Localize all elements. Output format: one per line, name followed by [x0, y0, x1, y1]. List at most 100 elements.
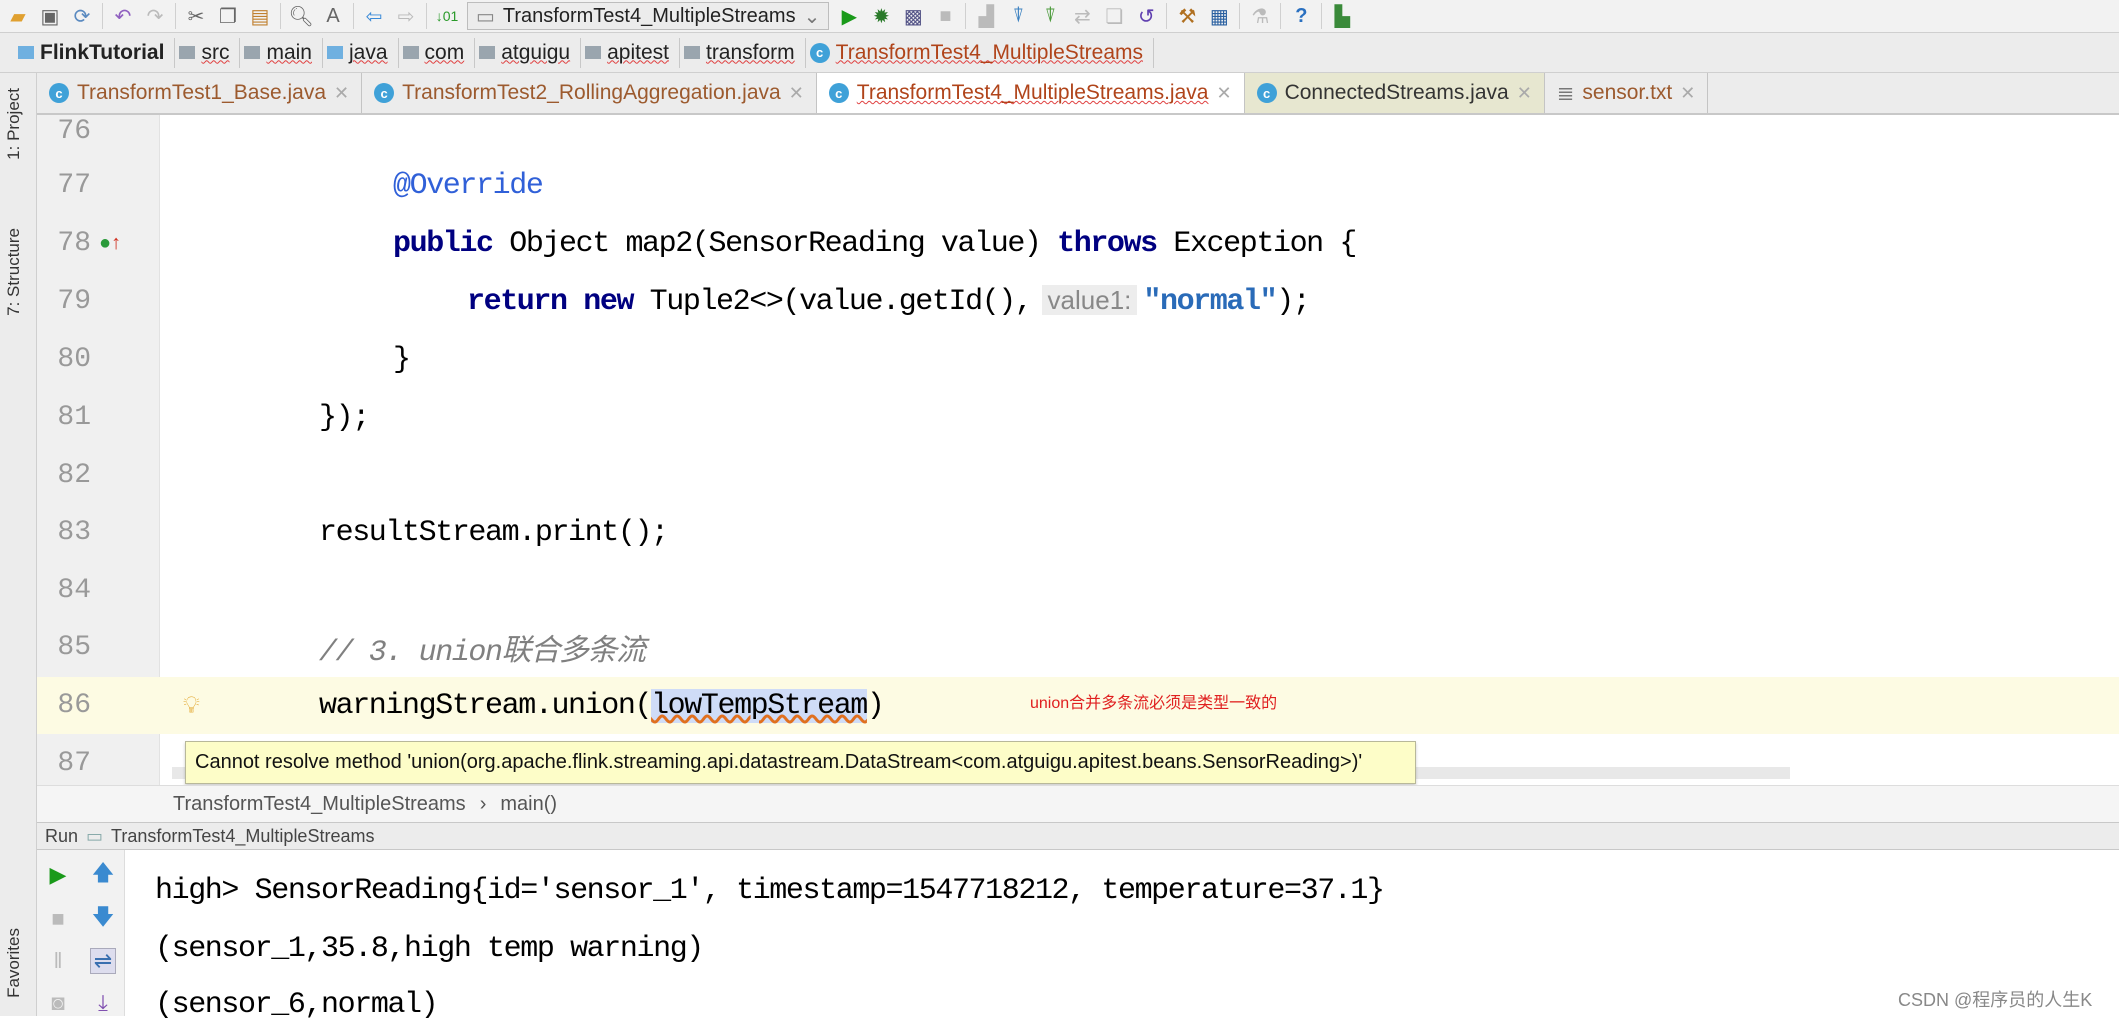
console-line: (sensor_1,35.8,high temp warning): [155, 932, 704, 966]
code-text: return new Tuple2<>(value.getId(), value1…: [467, 284, 1311, 319]
plugin-icon[interactable]: ▙: [1330, 4, 1354, 28]
close-icon[interactable]: ✕: [789, 83, 804, 104]
back-icon[interactable]: ⇦: [362, 4, 386, 28]
save-icon[interactable]: ▣: [38, 4, 62, 28]
stop-icon[interactable]: ■: [45, 906, 71, 932]
line-number: 78: [57, 228, 91, 259]
error-tooltip: Cannot resolve method 'union(org.apache.…: [185, 741, 1416, 784]
crumb-label: java: [348, 40, 388, 64]
help-icon[interactable]: ?: [1289, 4, 1313, 28]
project-tool-button[interactable]: 1: Project: [4, 88, 24, 160]
breadcrumb-main[interactable]: main: [240, 37, 323, 68]
code-text: @Override: [393, 168, 544, 203]
structure-tool-button[interactable]: 7: Structure: [4, 228, 24, 316]
dump-threads-icon[interactable]: ◙: [45, 990, 71, 1016]
run-config-tab[interactable]: TransformTest4_MultipleStreams: [111, 826, 374, 847]
run-config-icon: ▭: [86, 825, 104, 846]
run-console: ▶ ■ ‖ ◙ 🡅 🡇 ⇌ ⤓ high> SensorReading{id='…: [37, 850, 2119, 1022]
selected-text: lowTempStream: [651, 688, 868, 723]
folder-icon: [244, 46, 261, 59]
close-icon[interactable]: ✕: [334, 83, 349, 104]
nav-class[interactable]: TransformTest4_MultipleStreams: [173, 793, 466, 816]
forward-icon[interactable]: ⇨: [394, 4, 418, 28]
implements-method-icon[interactable]: ●↑: [99, 232, 121, 255]
breadcrumb-atguigu[interactable]: atguigu: [475, 37, 582, 68]
project-icon: [18, 46, 34, 59]
tab-transformtest2[interactable]: c TransformTest2_RollingAggregation.java ✕: [362, 73, 817, 113]
run-config-select[interactable]: ▭ TransformTest4_MultipleStreams ⌄: [467, 2, 830, 30]
cut-icon[interactable]: ✂: [184, 4, 208, 28]
package-icon: [585, 46, 602, 59]
code-comment: // 3. union联合多条流: [319, 636, 646, 670]
package-icon: [683, 46, 700, 59]
tab-label: TransformTest1_Base.java: [77, 81, 326, 104]
code-text: public Object map2(SensorReading value) …: [393, 226, 1357, 261]
breadcrumb-apitest[interactable]: apitest: [581, 37, 680, 68]
project-structure-icon[interactable]: ▦: [1207, 4, 1231, 28]
redo-icon[interactable]: ↷: [143, 4, 167, 28]
breadcrumb-transform[interactable]: transform: [680, 37, 806, 68]
sync-icon[interactable]: ⟳: [70, 4, 94, 28]
compare-icon[interactable]: ⇄: [1070, 4, 1094, 28]
paste-icon[interactable]: ▤: [248, 4, 272, 28]
update-icon[interactable]: ⍒: [1038, 4, 1062, 28]
arrow-down-icon[interactable]: 🡇: [90, 904, 116, 932]
arrow-up-icon[interactable]: 🡅: [90, 860, 116, 888]
find-icon[interactable]: 🔍︎: [288, 4, 313, 28]
tab-connectedstreams[interactable]: c ConnectedStreams.java ✕: [1244, 73, 1545, 113]
favorites-tool-button[interactable]: Favorites: [4, 928, 24, 998]
breadcrumb-class[interactable]: c TransformTest4_MultipleStreams: [806, 37, 1154, 68]
nav-method[interactable]: main(): [500, 793, 557, 816]
run-config-label: TransformTest4_MultipleStreams: [502, 4, 796, 27]
line-number: 83: [57, 517, 91, 548]
commit-icon[interactable]: ⍒: [1006, 4, 1030, 28]
chevron-down-icon: ⌄: [803, 5, 821, 28]
coverage-icon[interactable]: ▩: [901, 4, 925, 28]
divider: [1166, 3, 1168, 29]
close-icon[interactable]: ✕: [1517, 83, 1532, 104]
history-icon[interactable]: ❏: [1102, 4, 1126, 28]
stop-icon[interactable]: ■: [933, 4, 957, 28]
run-panel-header: Run ▭ TransformTest4_MultipleStreams: [37, 822, 2119, 850]
class-icon: c: [828, 83, 849, 103]
run-icon[interactable]: ▶: [837, 4, 861, 28]
rerun-icon[interactable]: ▶: [45, 862, 71, 888]
tab-transformtest1[interactable]: c TransformTest1_Base.java ✕: [37, 73, 363, 113]
close-icon[interactable]: ✕: [1680, 83, 1695, 104]
breadcrumb-com[interactable]: com: [399, 37, 476, 68]
tab-label: TransformTest4_MultipleStreams.java: [856, 81, 1209, 104]
scroll-to-end-icon[interactable]: ⤓: [90, 990, 116, 1016]
soft-wrap-icon[interactable]: ⇌: [90, 948, 116, 974]
line-number: 79: [57, 286, 91, 317]
close-icon[interactable]: ✕: [1216, 83, 1231, 104]
tab-transformtest4[interactable]: c TransformTest4_MultipleStreams.java ✕: [816, 73, 1245, 113]
code-editor[interactable]: 76 77 @Override 78 ●↑ public Object map2(Se…: [37, 115, 2119, 785]
breadcrumb-src[interactable]: src: [175, 37, 241, 68]
sdk-icon[interactable]: ⚗: [1248, 4, 1272, 28]
breadcrumb: FlinkTutorial src main java com atguigu …: [0, 33, 2119, 73]
settings-icon[interactable]: ⚒: [1175, 4, 1199, 28]
undo-icon[interactable]: ↶: [111, 4, 135, 28]
divider: [280, 3, 281, 29]
pause-icon[interactable]: ‖: [45, 948, 71, 974]
code-line: 83 resultStream.print();: [37, 504, 2119, 561]
console-line: high> SensorReading{id='sensor_1', times…: [155, 874, 1385, 908]
code-line: 80}: [37, 331, 2119, 388]
tab-label: ConnectedStreams.java: [1284, 81, 1509, 104]
class-icon: c: [1256, 83, 1277, 103]
replace-icon[interactable]: A: [321, 4, 345, 28]
line-number: 82: [57, 460, 91, 491]
crumb-label: com: [424, 40, 465, 64]
tab-sensor-txt[interactable]: ≣ sensor.txt ✕: [1545, 73, 1709, 113]
breadcrumb-project[interactable]: FlinkTutorial: [14, 37, 176, 68]
tab-label: sensor.txt: [1582, 81, 1673, 104]
lightbulb-icon[interactable]: 💡︎: [183, 692, 200, 720]
breadcrumb-java[interactable]: java: [323, 37, 399, 68]
open-folder-icon[interactable]: ▰: [6, 4, 30, 28]
revert-icon[interactable]: ↺: [1134, 4, 1158, 28]
debug-icon[interactable]: ✹: [869, 4, 893, 28]
build-icon[interactable]: ↓01: [435, 4, 459, 28]
code-text: }: [393, 342, 411, 377]
copy-icon[interactable]: ❐: [216, 4, 240, 28]
vcs-icon[interactable]: ▟: [974, 4, 998, 28]
